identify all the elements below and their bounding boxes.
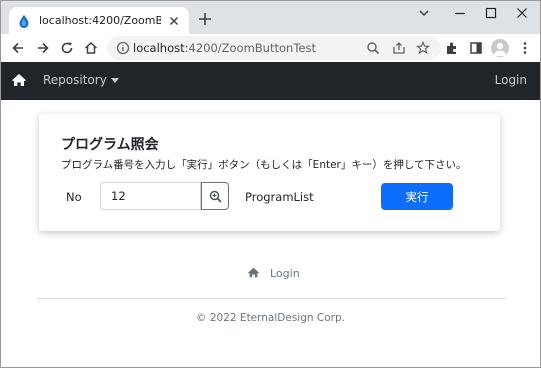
repository-dropdown[interactable]: Repository (43, 73, 119, 87)
browser-toolbar: localhost:4200/ZoomButtonTest (1, 34, 540, 63)
share-icon[interactable] (391, 40, 407, 56)
home-icon[interactable] (11, 73, 27, 87)
zoom-icon[interactable] (365, 40, 381, 56)
caret-down-icon (110, 77, 119, 83)
repository-label: Repository (43, 73, 107, 87)
window-close-icon[interactable] (514, 5, 530, 21)
card-description: プログラム番号を入力し「実行」ボタン（もしくは「Enter」キー）を押して下さい… (61, 159, 467, 171)
address-url[interactable]: localhost:4200/ZoomButtonTest (133, 41, 316, 55)
url-path: :4200/ZoomButtonTest (184, 41, 316, 55)
browser-window: localhost:4200/ZoomButtonTest (0, 0, 541, 368)
address-bar[interactable]: localhost:4200/ZoomButtonTest (107, 36, 441, 60)
program-query-card: プログラム照会 プログラム番号を入力し「実行」ボタン（もしくは「Enter」キー… (39, 114, 500, 231)
card-title: プログラム照会 (61, 137, 159, 153)
tab-strip: localhost:4200/ZoomButtonTest (1, 1, 540, 34)
run-button[interactable]: 実行 (381, 183, 453, 210)
sidebar-icon[interactable] (468, 40, 484, 56)
copyright-text: © 2022 EternalDesign Corp. (196, 312, 345, 324)
extensions-icon[interactable] (444, 40, 460, 56)
no-label: No (66, 190, 82, 204)
minimize-icon[interactable] (452, 5, 468, 21)
tab-close-icon[interactable] (167, 14, 181, 28)
footer-divider (37, 298, 506, 299)
forward-icon[interactable] (35, 40, 51, 56)
angular-drop-icon (19, 14, 29, 28)
reload-icon[interactable] (59, 40, 75, 56)
new-tab-icon[interactable] (197, 11, 213, 27)
program-list-label: ProgramList (245, 190, 314, 204)
app-navbar: Repository Login (1, 62, 540, 100)
tab-title: localhost:4200/ZoomButtonTest (39, 14, 161, 27)
url-host: localhost (133, 41, 185, 55)
browser-tab[interactable]: localhost:4200/ZoomButtonTest (9, 7, 189, 34)
footer-home-icon[interactable] (247, 267, 260, 278)
bookmark-star-icon[interactable] (415, 40, 431, 56)
navbar-login-link[interactable]: Login (495, 73, 527, 87)
zoom-in-icon (209, 190, 222, 203)
back-icon[interactable] (10, 40, 26, 56)
site-info-icon[interactable] (115, 40, 131, 56)
menu-icon[interactable] (517, 40, 533, 56)
profile-avatar[interactable] (491, 39, 509, 57)
tab-search-chevron-icon[interactable] (416, 5, 432, 21)
home-icon[interactable] (83, 40, 99, 56)
program-number-input[interactable] (100, 182, 201, 210)
footer-login-link[interactable]: Login (270, 267, 300, 280)
zoom-button[interactable] (201, 182, 229, 210)
maximize-icon[interactable] (483, 5, 499, 21)
profile-person-icon (493, 42, 507, 56)
